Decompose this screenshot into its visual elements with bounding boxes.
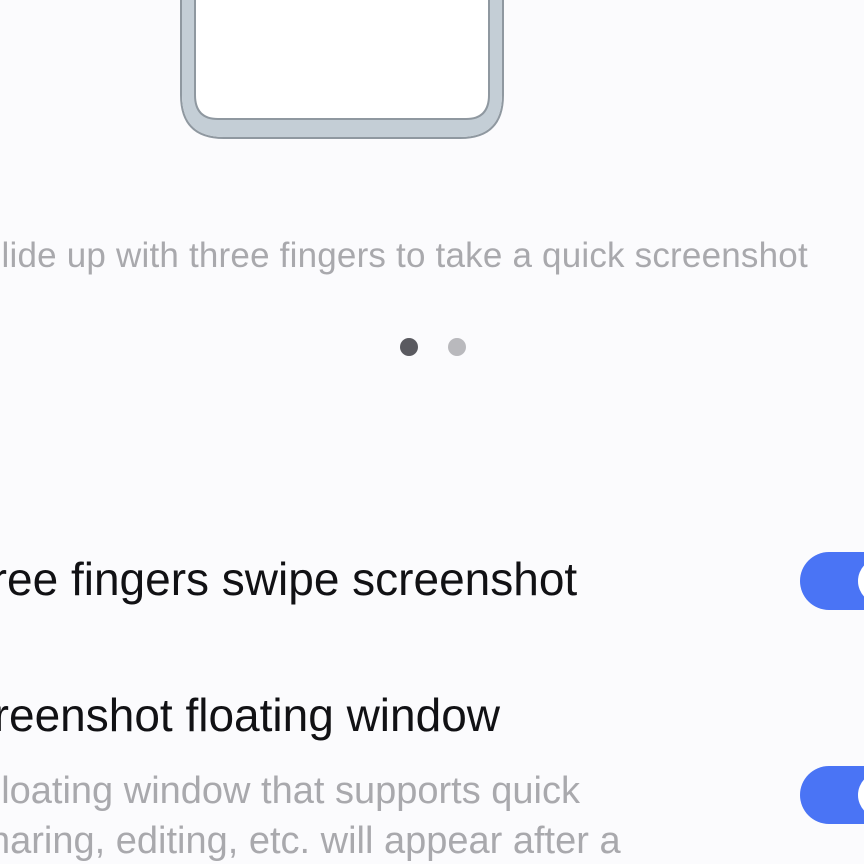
description-line: sharing, editing, etc. will appear after… bbox=[0, 820, 621, 862]
screenshot-settings-screen: Slide up with three fingers to take a qu… bbox=[0, 0, 864, 864]
setting-title-text: Screenshot floating window bbox=[0, 689, 500, 741]
page-dot-active[interactable] bbox=[400, 338, 418, 356]
gesture-caption-text: Slide up with three fingers to take a qu… bbox=[0, 236, 808, 275]
floating-window-toggle[interactable] bbox=[800, 766, 864, 824]
setting-title-text: Three fingers swipe screenshot bbox=[0, 553, 578, 605]
gesture-caption: Slide up with three fingers to take a qu… bbox=[0, 236, 864, 276]
setting-floating-window-title[interactable]: Screenshot floating window bbox=[0, 688, 560, 742]
description-line: Floating window that supports quick bbox=[0, 770, 580, 812]
page-dot-inactive[interactable] bbox=[448, 338, 466, 356]
setting-three-fingers-swipe-title[interactable]: Three fingers swipe screenshot bbox=[0, 552, 639, 606]
setting-floating-window-description: Floating window that supports quick shar… bbox=[0, 766, 700, 864]
page-indicator bbox=[0, 338, 864, 358]
phone-outline-illustration bbox=[177, 0, 507, 140]
toggle-knob bbox=[858, 558, 864, 604]
toggle-knob bbox=[858, 772, 864, 818]
three-fingers-swipe-toggle[interactable] bbox=[800, 552, 864, 610]
